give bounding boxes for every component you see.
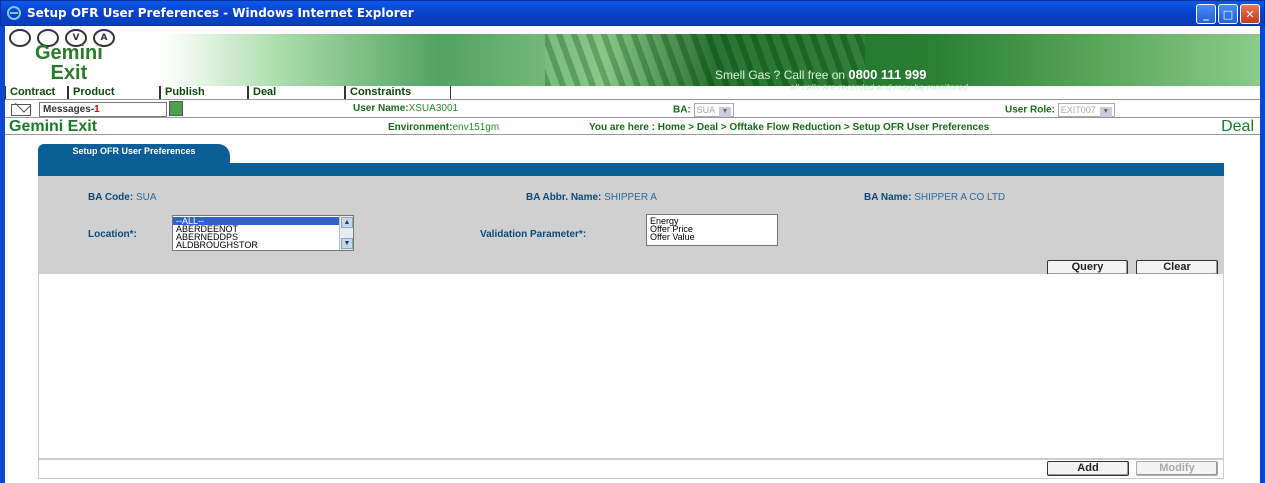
close-button[interactable]: ✕ <box>1240 4 1260 24</box>
ba-label: BA: <box>673 104 691 116</box>
validation-listbox[interactable]: Energy Offer Price Offer Value <box>646 214 778 246</box>
menu-constraints[interactable]: Constraints <box>345 86 451 100</box>
environment: Environment:env151gm <box>388 122 499 133</box>
ba-select[interactable]: SUA ▼ <box>693 103 735 117</box>
action-bar: Add Modify <box>38 459 1224 479</box>
app-title: Gemini Exit <box>9 118 98 135</box>
messages-link[interactable]: Messages-1 <box>39 102 167 117</box>
location-label: Location*: <box>88 229 137 240</box>
logo-line2: Exit <box>50 62 88 84</box>
ba-name-field: BA Name: SHIPPER A CO LTD <box>864 192 1005 203</box>
envelope-icon[interactable] <box>11 104 31 116</box>
location-option[interactable]: ALDBROUGHSTOR <box>173 241 353 250</box>
ie-icon <box>7 6 21 20</box>
clear-button[interactable]: Clear <box>1136 260 1218 275</box>
window-title: Setup OFR User Preferences - Windows Int… <box>27 6 414 20</box>
criteria-panel: BA Code: SUA BA Abbr. Name: SHIPPER A BA… <box>38 176 1224 275</box>
menu-contract[interactable]: Contract <box>5 86 68 100</box>
ba-abbr-value: SHIPPER A <box>604 192 657 203</box>
maximize-button[interactable]: □ <box>1218 4 1238 24</box>
window-frame-right <box>1260 26 1265 483</box>
environment-value: env151gm <box>452 122 500 133</box>
user-role-select[interactable]: EXIT007 ▼ <box>1057 103 1115 117</box>
validation-option[interactable]: Offer Value <box>647 233 777 242</box>
validation-field-label: Validation Parameter*: <box>480 229 586 240</box>
user-role-label: User Role: <box>1005 104 1056 116</box>
page-header: Gemini Exit Environment:env151gm You are… <box>5 117 1260 135</box>
gas-message-sub: all calls are recorded and may be monito… <box>790 83 968 92</box>
logo-line1: Gemini <box>35 42 103 64</box>
validation-label: Validation Parameter*: <box>480 229 587 240</box>
scroll-down-icon[interactable]: ▼ <box>341 238 353 249</box>
window-title-bar: Setup OFR User Preferences - Windows Int… <box>0 0 1265 26</box>
user-role-group: User Role: EXIT007 ▼ <box>1005 103 1115 117</box>
menu-deal[interactable]: Deal <box>248 86 345 100</box>
ba-code-field: BA Code: SUA <box>88 192 157 203</box>
query-button[interactable]: Query <box>1047 260 1128 275</box>
breadcrumb: You are here : Home > Deal > Offtake Flo… <box>589 122 990 133</box>
tab-setup-ofr-user-preferences[interactable]: Setup OFR User Preferences <box>38 144 230 174</box>
modify-button[interactable]: Modify <box>1136 461 1218 476</box>
user-name-label: User Name: <box>353 103 409 114</box>
location-listbox[interactable]: --ALL-- ABERDEENOT ABERNEDDPS ALDBROUGHS… <box>172 215 354 251</box>
menu-product[interactable]: Product <box>68 86 160 100</box>
location-scrollbar[interactable]: ▲ ▼ <box>339 216 353 250</box>
banner: V A Gemini Exit Smell Gas ? Call free on… <box>5 26 1260 92</box>
refresh-messages-icon[interactable] <box>169 101 183 116</box>
menu-publish[interactable]: Publish <box>160 86 248 100</box>
results-area <box>38 274 1224 459</box>
add-button[interactable]: Add <box>1047 461 1129 476</box>
messages-label: Messages- <box>43 104 95 115</box>
user-role-value: EXIT007 <box>1060 105 1096 115</box>
ba-code-label: BA Code: <box>88 192 134 203</box>
minimize-button[interactable]: _ <box>1196 4 1216 24</box>
gas-emergency-message: Smell Gas ? Call free on 0800 111 999 <box>715 67 926 82</box>
user-name-value: XSUA3001 <box>408 103 459 114</box>
ba-name-value: SHIPPER A CO LTD <box>914 192 1006 203</box>
banner-image <box>165 34 1260 86</box>
ba-select-value: SUA <box>696 105 716 115</box>
location-field-label: Location*: <box>88 229 137 240</box>
section-label: Deal <box>1221 118 1254 135</box>
ba-name-label: BA Name: <box>864 192 912 203</box>
ba-abbr-label: BA Abbr. Name: <box>526 192 602 203</box>
window-controls: _ □ ✕ <box>1196 4 1260 24</box>
user-name: User Name:XSUA3001 <box>353 103 458 114</box>
user-info-bar: Messages-1 User Name:XSUA3001 BA: SUA ▼ U… <box>5 99 1260 117</box>
chevron-down-icon: ▼ <box>719 107 732 117</box>
environment-label: Environment: <box>388 122 453 133</box>
ba-abbr-field: BA Abbr. Name: SHIPPER A <box>526 192 657 203</box>
chevron-down-icon: ▼ <box>1099 107 1112 117</box>
ba-code-value: SUA <box>135 192 157 203</box>
gas-phone-number: 0800 111 999 <box>848 67 927 82</box>
ba-select-group: BA: SUA ▼ <box>673 103 735 117</box>
messages-count: 1 <box>94 104 100 115</box>
gemini-exit-logo: Gemini Exit <box>35 43 103 83</box>
gas-message-prefix: Smell Gas ? Call free on <box>715 68 849 82</box>
print-icon[interactable] <box>9 29 31 47</box>
main-menu: Contract Product Publish Deal Constraint… <box>5 86 451 100</box>
scroll-up-icon[interactable]: ▲ <box>341 217 353 228</box>
